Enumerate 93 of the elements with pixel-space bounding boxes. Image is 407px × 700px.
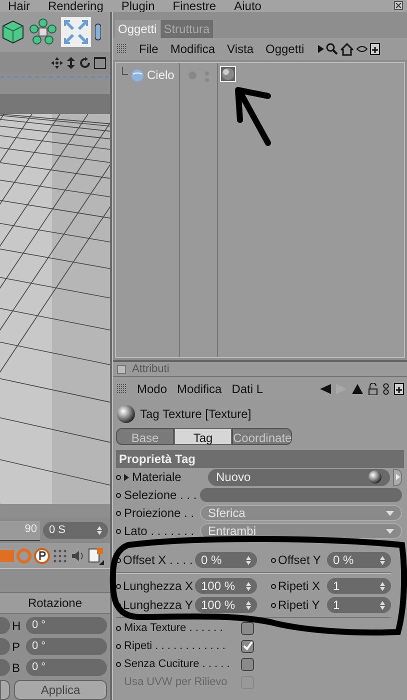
tab[interactable]: Coordinate bbox=[232, 428, 292, 445]
spinner-icon[interactable] bbox=[246, 582, 251, 590]
axis-label: P bbox=[12, 638, 22, 656]
caret-icon bbox=[386, 510, 394, 516]
time-field[interactable]: 0 S bbox=[43, 522, 108, 539]
field-label: Offset Y bbox=[278, 552, 322, 569]
dropdown[interactable]: Sferica bbox=[200, 505, 402, 521]
rotate-icon[interactable] bbox=[79, 57, 91, 69]
window-icon[interactable] bbox=[394, 1, 403, 10]
checkbox-label: Mixa Texture . . . . . . bbox=[124, 620, 224, 636]
document-icon[interactable] bbox=[88, 546, 104, 564]
number-field[interactable]: 1 bbox=[327, 578, 391, 594]
maximize-icon[interactable] bbox=[94, 57, 106, 69]
spinner-icon[interactable] bbox=[246, 556, 251, 564]
sphere-icon bbox=[368, 470, 382, 484]
timeline-ruler[interactable]: 90 bbox=[0, 520, 40, 540]
grip-icon[interactable] bbox=[117, 44, 127, 54]
number-field[interactable]: 0 % bbox=[195, 552, 257, 568]
number-field[interactable]: 0 % bbox=[327, 552, 391, 568]
tab[interactable]: Tag bbox=[174, 428, 232, 445]
parameter-icon[interactable] bbox=[34, 548, 50, 564]
menu-item[interactable]: Dati L bbox=[232, 380, 264, 398]
up-arrow-icon[interactable] bbox=[352, 384, 363, 394]
dots-grid-icon[interactable] bbox=[52, 548, 68, 564]
home-icon[interactable] bbox=[340, 42, 354, 56]
object-title: Tag Texture [Texture] bbox=[140, 406, 252, 423]
rotation-field[interactable]: 0 ° bbox=[26, 659, 107, 676]
panel-checkbox[interactable] bbox=[117, 364, 126, 374]
checkbox-label: Senza Cuciture . . . . . bbox=[124, 656, 231, 672]
back-arrow-icon[interactable] bbox=[320, 384, 331, 394]
checkbox[interactable] bbox=[241, 658, 254, 670]
menu-item[interactable]: Oggetti bbox=[266, 40, 304, 58]
search-icon[interactable] bbox=[326, 43, 338, 55]
field-label: Lunghezza Y bbox=[123, 597, 193, 614]
number-field[interactable]: 100 % bbox=[195, 597, 257, 613]
field-label: Proiezione . . bbox=[124, 505, 196, 522]
spinner-icon[interactable] bbox=[97, 526, 102, 535]
zoom-arrow-icon[interactable] bbox=[66, 57, 76, 69]
section-header: Proprietà Tag bbox=[119, 451, 196, 468]
menu-item[interactable]: Aiuto bbox=[234, 0, 262, 12]
menu-item[interactable]: File bbox=[139, 40, 158, 58]
eye-icon[interactable] bbox=[356, 45, 368, 53]
checkbox-label: Ripeti . . . . . . . . . . . . bbox=[124, 638, 226, 654]
menu-item[interactable]: Hair bbox=[8, 0, 30, 12]
sphere-icon bbox=[116, 404, 136, 424]
expand-arrow-icon[interactable] bbox=[124, 474, 129, 480]
rotation-field[interactable]: 0 ° bbox=[26, 617, 107, 634]
cube-icon[interactable] bbox=[1, 18, 25, 46]
spinner-icon[interactable] bbox=[380, 556, 385, 564]
field-label: Selezione . . . bbox=[124, 487, 197, 504]
field-label: Ripeti Y bbox=[278, 597, 321, 614]
expand-arrow-icon[interactable] bbox=[318, 45, 324, 53]
spinner-icon[interactable] bbox=[246, 600, 251, 610]
link-icon[interactable] bbox=[383, 382, 389, 394]
hand-drawn-arrow bbox=[235, 87, 271, 146]
menu-item[interactable]: Finestre bbox=[172, 0, 216, 12]
apply-button[interactable]: Applica bbox=[14, 680, 107, 700]
material-field[interactable]: Nuovo bbox=[208, 468, 390, 486]
rotation-field[interactable]: 0 ° bbox=[26, 638, 107, 655]
menu-item[interactable]: Vista bbox=[227, 40, 254, 58]
field-label: Materiale bbox=[132, 469, 182, 486]
number-field[interactable]: 100 % bbox=[195, 578, 257, 594]
number-field[interactable]: 1 bbox=[327, 597, 391, 613]
field-label: Lato . . . . . . . bbox=[124, 523, 196, 540]
field-label: Ripeti X bbox=[278, 578, 322, 595]
menu-item[interactable]: Modo bbox=[137, 380, 168, 398]
object-name[interactable]: Cielo bbox=[147, 66, 174, 84]
grip-icon[interactable] bbox=[117, 384, 127, 394]
lock-icon[interactable] bbox=[368, 382, 378, 394]
checkbox[interactable] bbox=[241, 622, 254, 634]
caret-icon bbox=[386, 528, 394, 534]
cluster-icon[interactable] bbox=[29, 18, 57, 46]
texture-tag-icon[interactable] bbox=[220, 66, 236, 82]
tree-line bbox=[122, 67, 128, 75]
panel-title: Attributi bbox=[132, 362, 170, 377]
axis-label: B bbox=[12, 660, 22, 676]
new-panel-icon[interactable] bbox=[394, 382, 404, 394]
checkbox[interactable] bbox=[241, 640, 254, 652]
tab[interactable]: Base bbox=[116, 428, 174, 445]
spinner-icon[interactable] bbox=[380, 600, 385, 610]
text-field[interactable] bbox=[200, 488, 402, 502]
field-label: Offset X . . . . bbox=[123, 552, 193, 569]
move-icon[interactable] bbox=[51, 57, 63, 69]
field-label: Lunghezza X bbox=[123, 578, 193, 595]
sky-icon bbox=[131, 68, 144, 82]
new-panel-icon[interactable] bbox=[370, 43, 380, 55]
tab[interactable]: Oggetti bbox=[115, 20, 160, 38]
menu-item[interactable]: Modifica bbox=[170, 40, 216, 58]
column-header: Rotazione bbox=[28, 595, 82, 612]
spinner-icon[interactable] bbox=[380, 582, 385, 590]
axis-label: H bbox=[12, 618, 22, 634]
menu-item[interactable]: Modifica bbox=[177, 380, 222, 398]
frame-number: 90 bbox=[24, 522, 37, 536]
